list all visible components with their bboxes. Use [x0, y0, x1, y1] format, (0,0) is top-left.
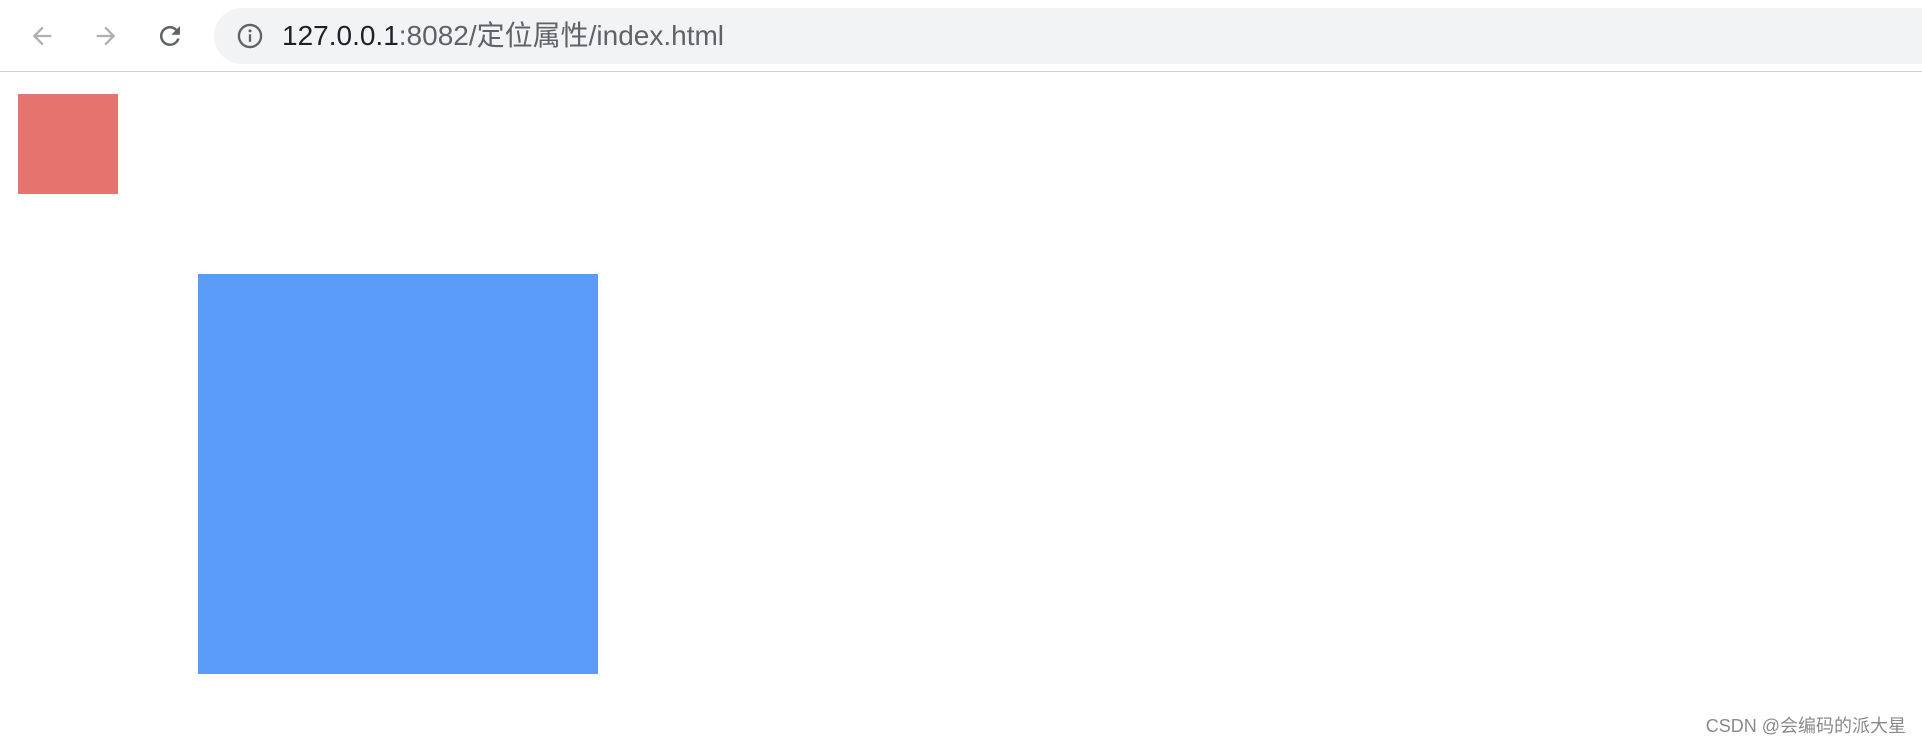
forward-button[interactable] — [86, 16, 126, 56]
url-host: 127.0.0.1 — [282, 20, 399, 51]
watermark: CSDN @会编码的派大星 — [1705, 716, 1906, 736]
back-button[interactable] — [22, 16, 62, 56]
arrow-left-icon — [28, 22, 56, 50]
red-box — [18, 94, 118, 194]
address-bar[interactable]: 127.0.0.1:8082/定位属性/index.html — [214, 8, 1922, 64]
blue-box — [198, 274, 598, 674]
url-text[interactable]: 127.0.0.1:8082/定位属性/index.html — [282, 8, 724, 64]
page-viewport: CSDN @会编码的派大星 — [0, 72, 1922, 744]
reload-icon — [155, 21, 185, 51]
info-icon[interactable] — [236, 22, 264, 50]
reload-button[interactable] — [150, 16, 190, 56]
arrow-right-icon — [92, 22, 120, 50]
browser-toolbar: 127.0.0.1:8082/定位属性/index.html — [0, 0, 1922, 72]
url-path: :8082/定位属性/index.html — [398, 20, 725, 51]
